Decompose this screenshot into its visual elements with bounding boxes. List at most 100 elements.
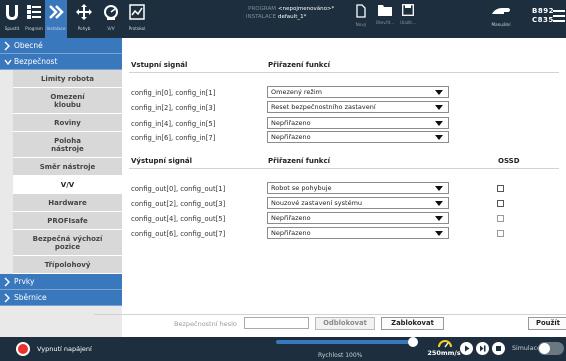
input-function-select[interactable]: Nepřiřazeno [267,131,449,143]
dropdown-arrow-icon [435,231,443,236]
input-signal-label: config_in[4], config_in[5] [131,120,216,128]
safety-password-label: Bezpečnostní heslo [174,320,237,328]
step-button[interactable] [476,342,489,355]
play-icon [465,345,470,352]
tool-installation[interactable]: Instalace [45,0,67,38]
header-bar: Spustit Program Instalace Pohyb V/V Prot… [0,0,566,38]
input-assign-header: Přiřazení funkcí [268,61,331,69]
sidebar-group-general[interactable]: Obecné [0,38,122,54]
program-icon [23,0,45,25]
apply-button[interactable]: Použít [528,317,566,330]
ossd-checkbox[interactable] [497,185,504,192]
output-signal-label: config_out[4], config_out[5] [131,215,226,223]
toggle-knob [539,343,550,354]
dropdown-arrow-icon [435,186,443,191]
input-signal-label: config_in[0], config_in[1] [131,89,216,97]
footer-bar: Vypnutí napájení Rychlost 100% 250mm/s S… [0,337,566,361]
save-icon [402,4,414,18]
input-signal-label: config_in[2], config_in[3] [131,104,216,112]
dropdown-arrow-icon [435,90,443,95]
unlock-button[interactable]: Odblokovat [315,317,375,330]
hamburger-menu-icon[interactable] [553,10,566,24]
play-button[interactable] [460,342,473,355]
move-icon [73,0,95,25]
sidebar-group-safety[interactable]: Bezpečnost [0,54,122,70]
speed-indicator: 250mm/s [426,340,462,357]
sidebar-item-planes[interactable]: Roviny [13,114,122,132]
lock-button[interactable]: Zablokovat [381,317,444,330]
chevron-right-icon [4,290,11,312]
tool-move[interactable]: Pohyb [73,0,95,38]
ossd-checkbox[interactable] [497,215,504,222]
sidebar-item-tool-position[interactable]: Poloha nástroje [13,132,122,158]
tool-io[interactable]: V/V [100,0,122,38]
sidebar-item-robot-limits[interactable]: Limity robota [13,70,122,88]
tool-program[interactable]: Program [23,0,45,38]
log-icon [126,0,148,25]
stop-icon [496,346,501,351]
dropdown-arrow-icon [435,135,443,140]
open-folder-icon [378,5,392,18]
stop-button[interactable] [492,342,505,355]
output-function-select[interactable]: Nouzové zastavení systému [267,197,449,209]
chevron-down-icon [4,54,12,76]
input-signal-header: Vstupní signál [131,61,188,69]
installation-icon [45,0,67,25]
output-function-select[interactable]: Nepřiřazeno [267,212,449,224]
output-signal-label: config_out[6], config_out[7] [131,230,226,238]
sidebar-item-safe-home[interactable]: Bezpečná výchozí pozice [13,230,122,256]
ossd-checkbox[interactable] [497,200,504,207]
input-function-select[interactable]: Omezený režim [267,86,449,98]
output-signal-label: config_out[0], config_out[1] [131,185,226,193]
step-icon [480,345,486,352]
sidebar-item-three-position[interactable]: Třípolohový [13,256,122,274]
output-ossd-header: OSSD [498,157,520,165]
divider [94,314,566,315]
hand-icon [490,8,512,20]
sidebar-item-hardware[interactable]: Hardware [13,194,122,212]
mode-manual[interactable]: Manuální [486,4,516,36]
sidebar-item-profisafe[interactable]: PROFIsafe [13,212,122,230]
sidebar: Obecné Bezpečnost Limity robota Omezení … [0,38,122,337]
output-function-select[interactable]: Robot se pohybuje [267,182,449,194]
ossd-checkbox[interactable] [497,230,504,237]
sidebar-group-features[interactable]: Prvky [0,274,122,290]
program-info: PROGRAM <nepojmenováno>* INSTALACE default… [245,6,335,20]
robot-serial: B892 C835 [532,7,554,24]
speed-slider[interactable] [276,340,410,344]
speedometer-icon [438,339,452,350]
save-button[interactable]: Uložit... [397,4,419,36]
io-icon [100,0,122,25]
power-label: Vypnutí napájení [37,345,92,353]
new-button[interactable]: Nový [350,4,372,36]
sidebar-group-fieldbus[interactable]: Sběrnice [0,290,122,306]
input-function-select[interactable]: Reset bezpečnostního zastavení [267,101,449,113]
output-signal-label: config_out[2], config_out[3] [131,200,226,208]
input-signal-label: config_in[6], config_in[7] [131,134,216,142]
simulation-toggle[interactable] [538,342,564,355]
input-function-select[interactable]: Nepřiřazeno [267,117,449,129]
dropdown-arrow-icon [435,201,443,206]
output-signal-header: Výstupní signál [131,157,192,165]
dropdown-arrow-icon [435,105,443,110]
speed-slider-handle[interactable] [408,337,418,347]
sidebar-item-tool-direction[interactable]: Směr nástroje [13,158,122,176]
new-file-icon [356,4,366,20]
dropdown-arrow-icon [435,121,443,126]
sidebar-item-joint-limits[interactable]: Omezení kloubu [13,88,122,114]
divider [129,72,559,73]
power-button[interactable] [16,342,30,356]
simulation-label: Simulace [512,345,541,352]
dropdown-arrow-icon [435,216,443,221]
tool-log[interactable]: Protokol [126,0,148,38]
speed-label: Rychlost 100% [318,352,363,359]
open-button[interactable]: Otevřít... [374,4,396,36]
io-panel: Vstupní signál Přiřazení funkcí config_i… [94,38,566,337]
safety-password-input[interactable] [244,317,309,329]
divider [129,168,559,169]
sidebar-item-io[interactable]: V/V [13,176,122,194]
tool-run[interactable]: Spustit [1,0,23,38]
output-function-select[interactable]: Nepřiřazeno [267,227,449,239]
ur-logo-icon [1,0,23,25]
output-assign-header: Přiřazení funkcí [268,157,331,165]
